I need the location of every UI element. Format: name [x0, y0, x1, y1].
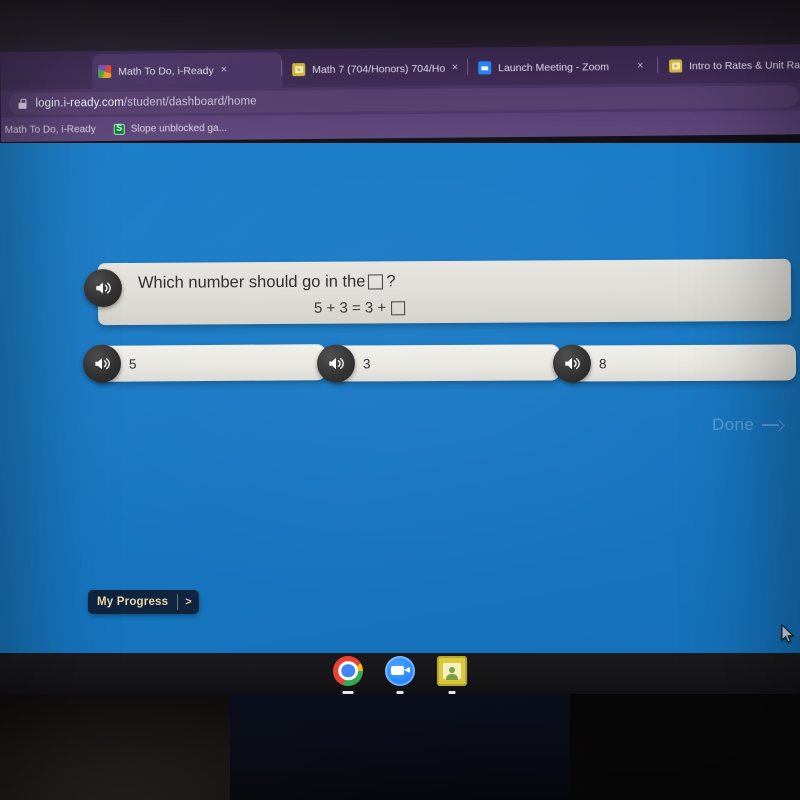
slope-s-icon [113, 123, 125, 135]
blank-box-icon [391, 300, 406, 315]
tab-title: Intro to Rates & Unit Rates [689, 58, 800, 72]
person-glyph [446, 666, 458, 680]
browser-window: × Math To Do, i-Ready × Math 7 (704/Hono… [0, 44, 800, 146]
shelf-item-classroom[interactable] [435, 655, 469, 694]
browser-tab-zoom[interactable]: Launch Meeting - Zoom × [472, 49, 652, 86]
speaker-icon-option[interactable] [552, 344, 592, 383]
browser-tab-math-to-do[interactable]: Math To Do, i-Ready × [92, 52, 283, 90]
tab-title: Math To Do, i-Ready [118, 64, 214, 78]
bookmark-slope-unblocked[interactable]: Slope unblocked ga... [113, 122, 227, 135]
desk-surroundings [0, 694, 800, 800]
chrome-icon [333, 655, 363, 686]
answer-option-1[interactable]: 5 [82, 344, 327, 383]
url-path: /student/dashboard/home [123, 95, 257, 109]
browser-tab-intro-to-rates[interactable]: Intro to Rates & Unit Rates [663, 47, 800, 83]
google-classroom-icon [669, 59, 683, 73]
browser-tab-0[interactable]: × [0, 54, 78, 90]
photo-of-screen: × Math To Do, i-Ready × Math 7 (704/Hono… [0, 0, 800, 800]
equation: 5 + 3 = 3 + [98, 297, 791, 318]
my-progress-button[interactable]: My Progress > [88, 590, 199, 614]
question-prefix: Which number should go in the [137, 272, 366, 292]
bookmark-math-to-do[interactable]: Math To Do, i-Ready [5, 124, 96, 136]
mouse-pointer-icon [781, 623, 795, 644]
tab-separator [281, 60, 283, 77]
bookmark-label: Slope unblocked ga... [130, 122, 227, 135]
my-progress-label: My Progress [97, 596, 169, 608]
browser-tab-math-7[interactable]: Math 7 (704/Honors) 704/Hon × [286, 51, 464, 88]
url-text: login.i-ready.com/student/dashboard/home [35, 96, 256, 110]
tab-separator [467, 58, 469, 75]
question-card: Which number should go in the ? 5 + 3 = … [83, 258, 792, 326]
google-classroom-icon [437, 655, 467, 686]
arrow-right-icon [762, 419, 784, 431]
answer-option-label: 5 [128, 356, 137, 372]
url-host: login.i-ready.com [35, 96, 124, 110]
zoom-icon [385, 655, 415, 686]
google-classroom-icon [292, 63, 306, 77]
iready-cube-icon [98, 64, 112, 79]
lock-icon [18, 99, 26, 109]
done-button[interactable]: Done [712, 415, 784, 435]
answer-option-3[interactable]: 8 [552, 344, 797, 383]
iready-lesson-area: Which number should go in the ? 5 + 3 = … [0, 143, 800, 653]
bookmark-label: Math To Do, i-Ready [4, 123, 96, 136]
answer-option-2[interactable]: 3 [316, 344, 561, 383]
blank-box-icon [368, 274, 384, 290]
shelf-item-zoom[interactable] [383, 655, 417, 694]
equation-left: 5 + 3 = 3 + [313, 299, 387, 317]
close-icon[interactable]: × [452, 62, 459, 74]
chevron-right-icon: > [185, 596, 192, 608]
question-suffix: ? [386, 272, 396, 291]
answer-option-label: 3 [362, 355, 371, 371]
tab-title: Math 7 (704/Honors) 704/Hon [312, 62, 445, 76]
tab-separator [657, 56, 659, 73]
answer-option-label: 8 [598, 355, 607, 371]
speaker-icon-option[interactable] [82, 344, 122, 383]
zoom-icon [478, 61, 492, 75]
answer-options: 5 3 8 [82, 344, 797, 383]
done-button-label: Done [712, 415, 755, 434]
close-icon[interactable]: × [221, 64, 228, 76]
shelf-item-chrome[interactable] [331, 655, 365, 694]
chromeos-shelf [0, 653, 800, 696]
tab-title: Launch Meeting - Zoom [498, 60, 610, 74]
close-icon[interactable]: × [637, 60, 644, 72]
speaker-icon-option[interactable] [316, 344, 356, 383]
question-text: Which number should go in the ? [138, 272, 396, 293]
